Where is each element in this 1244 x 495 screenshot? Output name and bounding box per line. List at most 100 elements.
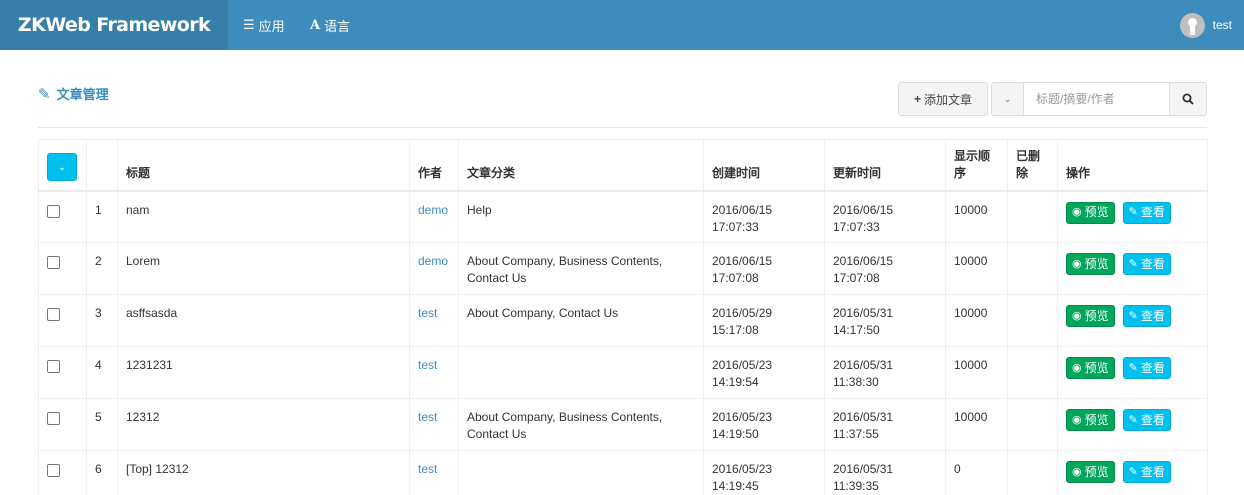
user-name: test [1212,18,1232,32]
header-divider [38,127,1207,128]
edit-icon: ✎ [1128,361,1138,374]
row-checkbox[interactable] [47,464,60,477]
view-button[interactable]: ✎ 查看 [1122,305,1171,327]
row-index: 3 [86,294,118,347]
row-updated: 2016/06/15 17:07:08 [824,242,946,295]
plus-icon: + [913,92,921,106]
pencil-icon: ✎ [38,85,51,103]
nav-language-menu[interactable]: A 语言 [310,0,350,50]
view-button[interactable]: ✎ 查看 [1122,253,1171,275]
search-icon [1182,93,1194,105]
chevron-down-icon: ⌄ [58,161,66,172]
row-author-link[interactable]: demo [409,242,459,295]
preview-label: 预览 [1084,205,1109,219]
brand-logo[interactable]: ZKWeb Framework [0,0,228,50]
row-author-link[interactable]: test [409,294,459,347]
search-filter-dropdown[interactable]: ⌄ [991,82,1024,116]
column-header-display-order[interactable]: 显示顺序 [945,139,1008,192]
row-category [458,450,704,495]
row-display-order: 10000 [945,190,1008,243]
preview-label: 预览 [1084,360,1109,375]
row-checkbox[interactable] [47,360,60,373]
preview-label: 预览 [1084,412,1109,427]
column-header-updated[interactable]: 更新时间 [824,139,946,192]
row-category: Help [458,190,704,243]
view-button[interactable]: ✎ 查看 [1122,201,1171,224]
preview-button[interactable]: ◉ 预览 [1066,253,1115,275]
search-button[interactable] [1169,82,1207,116]
row-author-link[interactable]: test [409,398,459,451]
add-article-label: 添加文章 [924,92,973,107]
view-label: 查看 [1140,256,1165,271]
row-deleted [1007,190,1058,243]
column-header-index [86,139,118,192]
table-row: 3 asffsasda test About Company, Contact … [38,294,1208,347]
search-input[interactable] [1024,82,1169,116]
row-category [458,346,704,399]
view-button[interactable]: ✎ 查看 [1122,461,1171,483]
row-index: 4 [86,346,118,399]
row-updated: 2016/05/31 11:39:35 [824,450,946,495]
column-header-created[interactable]: 创建时间 [703,139,825,192]
row-created: 2016/05/29 15:17:08 [703,294,825,347]
preview-label: 预览 [1084,308,1109,323]
add-article-button[interactable]: + 添加文章 [898,82,988,116]
view-button[interactable]: ✎ 查看 [1122,409,1171,431]
preview-button[interactable]: ◉ 预览 [1066,305,1115,327]
avatar [1179,12,1205,38]
row-author-link[interactable]: test [409,346,459,399]
row-checkbox[interactable] [47,308,60,321]
view-label: 查看 [1140,360,1165,375]
column-header-title[interactable]: 标题 [117,139,410,192]
table-header-row: ⌄ 标题 作者 文章分类 创建时间 更新时间 显示顺序 已删除 操作 [38,139,1208,192]
row-author-link[interactable]: demo [409,190,459,243]
row-checkbox[interactable] [47,256,60,269]
row-updated: 2016/05/31 11:37:55 [824,398,946,451]
eye-icon: ◉ [1072,257,1082,270]
column-header-actions: 操作 [1057,139,1208,192]
row-index: 6 [86,450,118,495]
row-deleted [1007,398,1058,451]
row-deleted [1007,294,1058,347]
nav-apps-label: 应用 [258,18,285,34]
view-label: 查看 [1140,464,1165,479]
eye-icon: ◉ [1072,206,1082,218]
table-row: 1 nam demo Help 2016/06/15 17:07:33 2016… [38,190,1208,243]
column-header-author[interactable]: 作者 [409,139,459,192]
edit-icon: ✎ [1128,413,1138,426]
row-author-link[interactable]: test [409,450,459,495]
user-menu[interactable]: test [1179,0,1244,50]
view-button[interactable]: ✎ 查看 [1122,357,1171,379]
edit-icon: ✎ [1128,309,1138,322]
row-created: 2016/05/23 14:19:50 [703,398,825,451]
row-created: 2016/06/15 17:07:08 [703,242,825,295]
eye-icon: ◉ [1072,309,1082,322]
eye-icon: ◉ [1072,413,1082,426]
column-header-deleted[interactable]: 已删除 [1007,139,1058,192]
row-index: 5 [86,398,118,451]
row-display-order: 0 [945,450,1008,495]
edit-icon: ✎ [1128,206,1138,218]
nav-apps-menu[interactable]: ☰ 应用 [243,0,285,50]
select-menu-button[interactable]: ⌄ [47,153,77,181]
table-row: 6 [Top] 12312 test 2016/05/23 14:19:45 2… [38,450,1208,495]
page-title-text: 文章管理 [56,87,109,102]
row-deleted [1007,346,1058,399]
table-row: 5 12312 test About Company, Business Con… [38,398,1208,451]
preview-button[interactable]: ◉ 预览 [1066,357,1115,379]
column-header-category[interactable]: 文章分类 [458,139,704,192]
row-checkbox[interactable] [47,412,60,425]
preview-button[interactable]: ◉ 预览 [1066,461,1115,483]
row-checkbox[interactable] [47,204,60,218]
nav-language-label: 语言 [324,18,351,34]
articles-table: ⌄ 标题 作者 文章分类 创建时间 更新时间 显示顺序 已删除 操作 1 nam… [38,139,1208,495]
preview-button[interactable]: ◉ 预览 [1066,409,1115,431]
preview-button[interactable]: ◉ 预览 [1066,201,1115,224]
row-title: asffsasda [117,294,410,347]
top-navbar: ZKWeb Framework ☰ 应用 A 语言 test [0,0,1244,50]
row-category: About Company, Business Contents, Contac… [458,398,704,451]
font-icon: A [310,17,321,33]
page-title: ✎ 文章管理 [38,84,109,103]
select-column-header: ⌄ [38,139,87,192]
preview-label: 预览 [1084,256,1109,271]
